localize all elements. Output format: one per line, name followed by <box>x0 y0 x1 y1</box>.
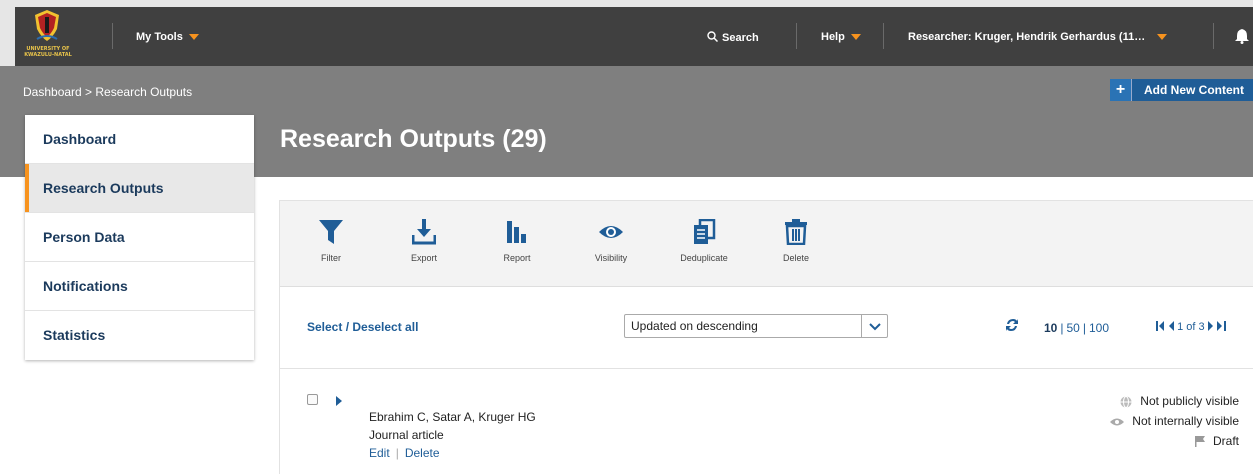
deduplicate-button[interactable]: Deduplicate <box>674 219 734 263</box>
result-type: Journal article <box>369 428 444 442</box>
page-size-100[interactable]: 100 <box>1089 321 1109 335</box>
crest-icon <box>35 10 59 41</box>
bell-icon[interactable] <box>1235 28 1249 44</box>
my-tools-menu[interactable]: My Tools <box>136 31 199 43</box>
sidebar: Dashboard Research Outputs Person Data N… <box>25 115 254 360</box>
chevron-down-icon <box>850 34 861 41</box>
download-icon <box>412 219 436 245</box>
last-page-icon[interactable] <box>1216 321 1226 331</box>
plus-icon: + <box>1110 79 1132 101</box>
select-arrow[interactable] <box>861 315 887 337</box>
edit-link[interactable]: Edit <box>369 446 390 460</box>
researcher-label: Researcher: Kruger, Hendrik Gerhardus (1… <box>908 31 1146 43</box>
researcher-menu[interactable]: Researcher: Kruger, Hendrik Gerhardus (1… <box>908 31 1168 43</box>
chevron-down-icon <box>1157 34 1168 41</box>
top-bar-frame: UNIVERSITY OF KWAZULU-NATAL My Tools Sea… <box>0 0 1253 66</box>
logo-text: UNIVERSITY OF KWAZULU-NATAL <box>24 46 72 58</box>
chevron-down-icon <box>188 34 199 41</box>
add-new-content-label: Add New Content <box>1144 83 1244 97</box>
divider <box>796 23 797 49</box>
page-size-selector: 10 | 50 | 100 <box>1044 321 1109 335</box>
top-navigation-bar: UNIVERSITY OF KWAZULU-NATAL My Tools Sea… <box>15 7 1253 66</box>
visibility-button[interactable]: Visibility <box>581 219 641 263</box>
report-button[interactable]: Report <box>487 219 547 263</box>
public-visibility-label: Not publicly visible <box>1140 394 1239 408</box>
globe-icon <box>1120 395 1132 408</box>
add-new-content-button[interactable]: + Add New Content <box>1110 79 1253 101</box>
result-statuses: Not publicly visible Not internally visi… <box>1110 394 1239 454</box>
sort-order-value: Updated on descending <box>631 319 758 333</box>
trash-icon <box>785 219 807 245</box>
pagination: 1 of 3 <box>1156 321 1226 333</box>
page-indicator: 1 of 3 <box>1177 321 1205 333</box>
next-page-icon[interactable] <box>1207 321 1214 331</box>
separator: | <box>1082 321 1086 335</box>
eye-icon <box>1110 418 1125 426</box>
sidebar-item-person-data[interactable]: Person Data <box>25 213 254 262</box>
breadcrumb[interactable]: Dashboard > Research Outputs <box>23 85 192 99</box>
result-authors[interactable]: Ebrahim C, Satar A, Kruger HG <box>369 410 536 424</box>
eye-icon <box>599 226 623 238</box>
divider <box>1213 23 1214 49</box>
university-logo[interactable]: UNIVERSITY OF KWAZULU-NATAL <box>19 9 77 63</box>
result-actions: Edit | Delete <box>369 446 440 460</box>
list-item: Ebrahim C, Satar A, Kruger HG Journal ar… <box>280 370 1253 474</box>
select-checkbox[interactable] <box>307 394 318 405</box>
internal-visibility-status: Not internally visible <box>1110 414 1239 434</box>
sidebar-item-research-outputs[interactable]: Research Outputs <box>25 164 254 213</box>
export-button[interactable]: Export <box>394 219 454 263</box>
refresh-icon[interactable] <box>1005 318 1019 337</box>
separator: | <box>1060 321 1064 335</box>
help-menu[interactable]: Help <box>821 31 861 43</box>
deduplicate-label: Deduplicate <box>680 253 728 263</box>
sidebar-item-statistics[interactable]: Statistics <box>25 311 254 360</box>
separator: | <box>395 446 399 460</box>
flag-icon <box>1194 436 1205 448</box>
help-label: Help <box>821 31 845 43</box>
list-controls: Select / Deselect all Updated on descend… <box>280 288 1253 369</box>
first-page-icon[interactable] <box>1156 321 1165 331</box>
delete-button[interactable]: Delete <box>766 219 826 263</box>
internal-visibility-label: Not internally visible <box>1132 414 1239 428</box>
divider <box>112 23 113 49</box>
search-icon <box>707 31 719 43</box>
expand-arrow-icon[interactable] <box>336 396 342 406</box>
sort-order-select[interactable]: Updated on descending <box>624 314 888 338</box>
search-label: Search <box>722 32 759 44</box>
workflow-status: Draft <box>1110 434 1239 454</box>
search-link[interactable]: Search <box>707 31 759 44</box>
filter-button[interactable]: Filter <box>301 219 361 263</box>
bar-chart-icon <box>507 221 526 243</box>
delete-link[interactable]: Delete <box>405 446 440 460</box>
sidebar-item-dashboard[interactable]: Dashboard <box>25 115 254 164</box>
action-toolbar: Filter Export Report Visibility Deduplic… <box>280 201 1253 287</box>
previous-page-icon[interactable] <box>1168 321 1175 331</box>
filter-icon <box>319 220 343 244</box>
visibility-label: Visibility <box>594 253 628 263</box>
export-label: Export <box>410 253 437 263</box>
select-deselect-all-link[interactable]: Select / Deselect all <box>307 320 418 334</box>
chevron-down-icon <box>869 323 881 331</box>
research-outputs-panel: Filter Export Report Visibility Deduplic… <box>279 200 1253 474</box>
filter-label: Filter <box>321 253 341 263</box>
my-tools-label: My Tools <box>136 31 183 43</box>
report-label: Report <box>503 253 531 263</box>
refresh-glyph <box>1006 319 1018 331</box>
workflow-status-label: Draft <box>1212 434 1239 448</box>
page-size-50[interactable]: 50 <box>1066 321 1079 335</box>
delete-label: Delete <box>782 253 809 263</box>
page-size-10[interactable]: 10 <box>1044 321 1057 335</box>
duplicate-icon <box>694 219 716 244</box>
divider <box>883 23 884 49</box>
page-title: Research Outputs (29) <box>280 125 547 153</box>
sidebar-item-notifications[interactable]: Notifications <box>25 262 254 311</box>
public-visibility-status: Not publicly visible <box>1110 394 1239 414</box>
